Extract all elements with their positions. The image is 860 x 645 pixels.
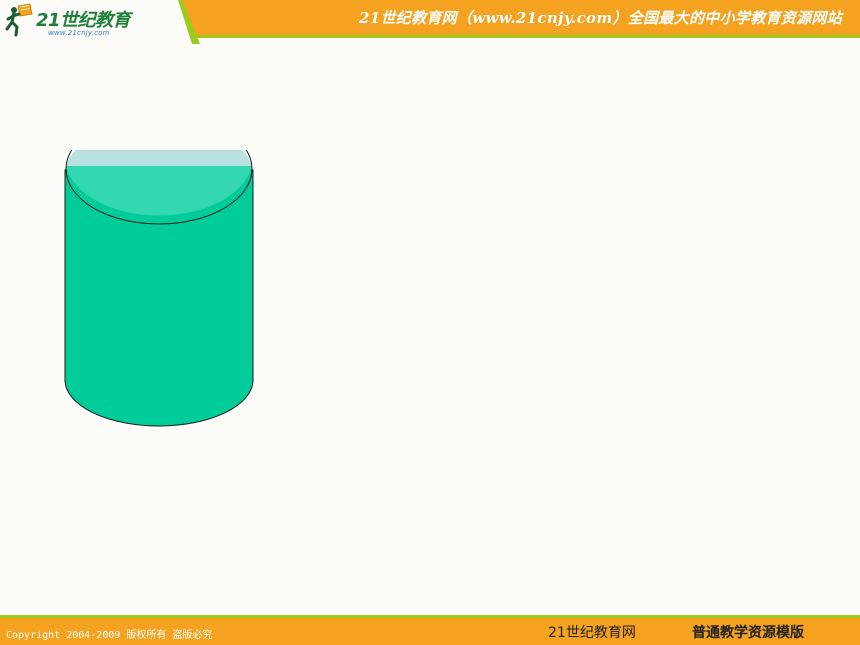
header-title: 21世纪教育网（www.21cnjy.com）全国最大的中小学教育资源网站 (359, 9, 842, 27)
slide-canvas (0, 40, 860, 615)
logo-url: www.21cnjy.com (48, 29, 110, 37)
cylinder-top-upper (66, 150, 252, 166)
copyright-text: Copyright 2004-2009 版权所有 盗版必究 (6, 630, 213, 641)
footer-site-name[interactable]: 21世纪教育网 (548, 622, 636, 642)
site-logo[interactable]: 21世纪教育 www.21cnjy.com (0, 0, 200, 44)
footer-template-name: 普通教学资源模版 (692, 625, 804, 641)
runner-book-icon (5, 3, 33, 37)
footer-bar: Copyright 2004-2009 版权所有 盗版必究 21世纪教育网 普通… (0, 618, 860, 645)
cylinder-figure[interactable] (60, 150, 260, 470)
